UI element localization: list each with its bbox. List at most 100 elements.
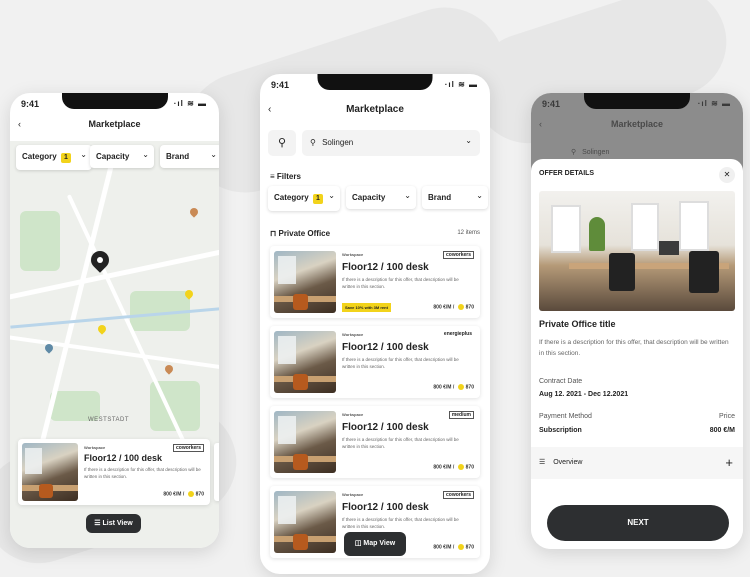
offer-description: If there is a description for this offer…	[539, 339, 729, 357]
signal-wifi-battery-icon: ·ıl ≋ ▬	[697, 99, 731, 108]
map-park	[20, 211, 60, 271]
status-time: 9:41	[542, 99, 561, 109]
chip-label: Capacity	[352, 193, 386, 202]
filter-chip-category[interactable]: Category 1 ⌄	[16, 145, 92, 170]
payment-method-value: Subscription	[539, 427, 582, 434]
offer-card[interactable]: Workspace coworkers Floor12 / 100 desk I…	[270, 246, 480, 318]
brand-logo: coworkers	[442, 251, 474, 259]
filters-icon: ≡	[270, 172, 275, 181]
chevron-down-icon: ⌄	[210, 150, 217, 159]
nav-bar-dimmed: ‹ Marketplace	[531, 119, 743, 141]
offer-tag: Workspace	[342, 492, 364, 497]
chip-label: Brand	[166, 152, 190, 161]
status-time: 9:41	[271, 80, 290, 90]
promo-badge: Save 10% with 3M rent	[342, 303, 391, 312]
office-hero-photo	[539, 191, 735, 311]
search-icon: ⚲	[277, 137, 287, 149]
map-pin-icon[interactable]	[188, 206, 200, 218]
offer-title: Floor12 / 100 desk	[342, 342, 429, 353]
office-photo	[274, 331, 336, 393]
door-icon: ⊓	[270, 229, 277, 238]
offer-card[interactable]: Workspace medium Floor12 / 100 desk If t…	[270, 406, 480, 478]
phone-offer-details-screen: 9:41 ·ıl ≋ ▬ ‹ Marketplace ⚲ Solingen OF…	[531, 93, 743, 549]
chevron-down-icon: ⌄	[404, 191, 411, 200]
offer-price: 800 €/M / 870	[433, 304, 474, 311]
coin-icon	[457, 544, 464, 550]
offer-description: If there is a description for this offer…	[342, 517, 459, 529]
filter-chip-capacity[interactable]: Capacity ⌄	[90, 145, 154, 168]
map-pin-icon[interactable]	[96, 323, 108, 335]
offer-price: 800 €/M / 870	[163, 491, 204, 498]
chevron-down-icon: ⌄	[80, 150, 87, 159]
brand-logo: coworkers	[442, 491, 474, 499]
overview-row[interactable]: ☰ Overview +	[531, 447, 743, 479]
page-title: Marketplace	[88, 119, 141, 129]
offer-title: Private Office title	[539, 319, 616, 329]
back-arrow-icon: ‹	[539, 119, 542, 129]
list-view-button[interactable]: ☰ List View	[86, 514, 141, 533]
offer-tag: Workspace	[342, 252, 364, 257]
chevron-down-icon: ⌄	[465, 136, 472, 145]
section-heading: ⊓ Private Office	[270, 229, 331, 238]
phone-notch	[317, 74, 433, 90]
items-count: 12 items	[457, 230, 480, 236]
offer-title: Floor12 / 100 desk	[342, 262, 429, 273]
brand-logo: medium	[448, 411, 474, 419]
page-title: Marketplace	[610, 119, 664, 129]
map-offer-card[interactable]: Workspace coworkers Floor12 / 100 desk I…	[18, 439, 210, 505]
brand-logo: energieplus	[443, 331, 472, 337]
page-title: Marketplace	[346, 104, 404, 115]
filters-heading[interactable]: ≡ Filters	[270, 172, 301, 181]
chip-label: Category	[22, 152, 57, 161]
chevron-down-icon: ⌄	[328, 191, 335, 200]
list-icon: ☰	[539, 459, 546, 466]
close-button[interactable]: ✕	[719, 167, 735, 183]
next-button[interactable]: NEXT	[547, 505, 729, 541]
phone-notch	[61, 93, 168, 109]
contract-date-label: Contract Date	[539, 378, 583, 385]
coin-icon	[457, 464, 464, 470]
location-select[interactable]: ⚲ Solingen ⌄	[302, 130, 480, 156]
price-value: 800 €/M	[709, 427, 735, 434]
offer-card[interactable]: Workspace energieplus Floor12 / 100 desk…	[270, 326, 480, 398]
map-icon: ◫	[354, 540, 362, 547]
coin-icon	[457, 304, 464, 310]
back-arrow-icon[interactable]: ‹	[268, 104, 271, 115]
nav-bar: ‹ Marketplace	[260, 104, 490, 126]
chip-label: Brand	[428, 193, 452, 202]
chip-label: Capacity	[96, 152, 130, 161]
map-road	[10, 334, 219, 372]
close-icon: ✕	[723, 170, 731, 179]
chip-label: Category	[274, 193, 309, 202]
phone-map-screen: 9:41 ·ıl ≋ ▬ ‹ Marketplace WESTSTADT Cat…	[10, 93, 219, 548]
back-arrow-icon[interactable]: ‹	[18, 119, 21, 129]
offer-tag: Workspace	[84, 445, 106, 450]
filter-chip-category[interactable]: Category 1 ⌄	[268, 186, 340, 211]
filter-chip-brand[interactable]: Brand ⌄	[160, 145, 219, 168]
office-photo	[22, 443, 78, 501]
office-photo	[274, 251, 336, 313]
chevron-down-icon: ⌄	[476, 191, 483, 200]
map-pin-icon[interactable]	[163, 363, 175, 375]
offer-tag: Workspace	[342, 412, 364, 417]
map-view-button[interactable]: ◫ Map View	[344, 532, 406, 556]
brand-logo: coworkers	[172, 444, 204, 452]
offer-description: If there is a description for this offer…	[342, 277, 459, 289]
offer-description: If there is a description for this offer…	[342, 357, 459, 369]
filter-chip-brand[interactable]: Brand ⌄	[422, 186, 488, 209]
status-time: 9:41	[21, 99, 40, 109]
location-pin-icon: ⚲	[310, 138, 316, 147]
payment-method-label: Payment Method	[539, 413, 592, 420]
category-count-badge: 1	[60, 153, 71, 163]
offer-title: Floor12 / 100 desk	[342, 502, 429, 513]
search-button[interactable]: ⚲	[268, 130, 296, 156]
offer-price: 800 €/M / 870	[433, 544, 474, 551]
offer-details-sheet: OFFER DETAILS ✕ Private Office title If …	[531, 159, 743, 549]
phone-list-screen: 9:41 ·ıl ≋ ▬ ‹ Marketplace ⚲ ⚲ Solingen …	[260, 74, 490, 574]
location-value: Solingen	[322, 138, 354, 147]
plus-icon[interactable]: +	[725, 447, 733, 479]
category-count-badge: 1	[312, 194, 323, 204]
filter-chip-capacity[interactable]: Capacity ⌄	[346, 186, 416, 209]
office-photo	[274, 491, 336, 553]
offer-description: If there is a description for this offer…	[342, 437, 459, 449]
